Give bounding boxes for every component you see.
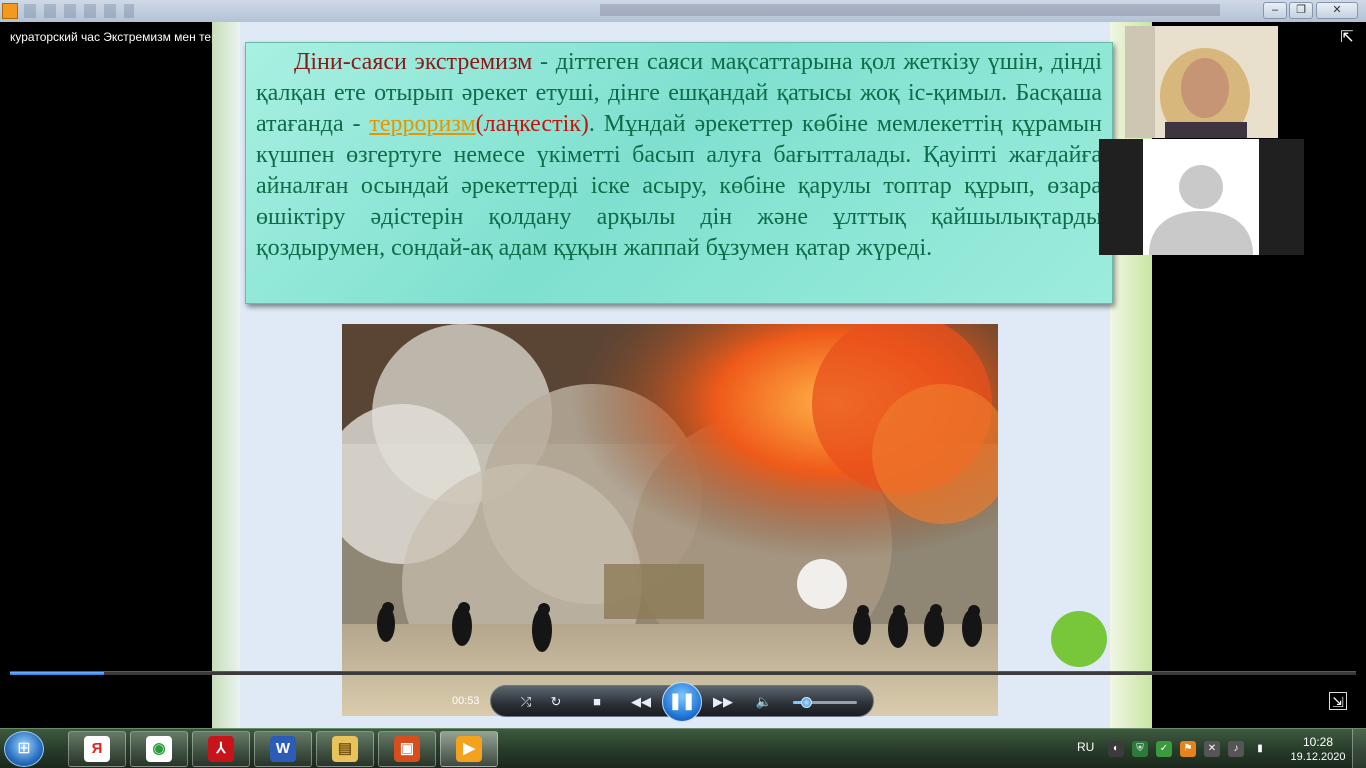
explosion-illustration [342, 324, 998, 716]
tray-app-icon[interactable]: ◐ [1108, 741, 1124, 757]
volume-slider-handle[interactable] [800, 697, 812, 708]
tray-speaker-icon[interactable]: ♪ [1228, 741, 1244, 757]
taskbar: ⊞ Я ◉ ⅄ W ▤ ▣ ▶ RU ◐ ⛨ ✓ ⚑ ✕ ♪ ▮ 10:28 19.12.2… [0, 728, 1366, 768]
quick-access-toolbar [24, 4, 134, 18]
acrobat-reader-icon: ⅄ [208, 736, 234, 763]
stop-button[interactable]: ■ [586, 691, 608, 713]
avatar [1143, 139, 1259, 255]
tray-shield-icon[interactable]: ⛨ [1132, 741, 1148, 757]
webcam-participant-video[interactable] [1125, 26, 1278, 138]
video-frame[interactable]: Діни-саяси экстремизм - діттеген саяси м… [212, 22, 1152, 728]
language-indicator[interactable]: RU [1077, 740, 1094, 754]
slide-left-band [212, 22, 240, 728]
desktop: – ❐ ✕ кураторский час Экстремизм мен тер… [0, 0, 1366, 768]
seek-bar[interactable] [10, 671, 1356, 675]
elapsed-time: 00:53 [452, 695, 480, 707]
user-silhouette-icon [1149, 165, 1253, 255]
participant-portrait [1125, 26, 1278, 138]
close-button[interactable]: ✕ [1316, 2, 1358, 19]
slide-text-box: Діни-саяси экстремизм - діттеген саяси м… [245, 42, 1113, 304]
minimize-button[interactable]: – [1263, 2, 1287, 19]
slide-paragraph: Діни-саяси экстремизм - діттеген саяси м… [256, 47, 1102, 264]
volume-slider[interactable] [793, 697, 857, 708]
window-titlebar: – ❐ ✕ [0, 0, 1366, 22]
yandex-browser-icon: Я [84, 736, 110, 763]
chrome-icon: ◉ [146, 736, 172, 763]
clock-date[interactable]: 19.12.2020 [1290, 751, 1346, 763]
term-terrorism-kazakh: (лаңкестік) [475, 111, 589, 137]
pause-button[interactable]: ❚❚ [662, 682, 702, 722]
shuffle-icon[interactable]: ⤮ [515, 691, 537, 713]
volume-icon[interactable]: 🔈 [753, 691, 775, 713]
player-controls: ⤮ ↻ ■ ◀◀ ❚❚ ▶▶ 🔈 [490, 682, 874, 722]
file-explorer-icon: ▤ [332, 736, 358, 763]
tray-check-icon[interactable]: ✓ [1156, 741, 1172, 757]
taskbar-app-yandex-browser[interactable]: Я [68, 731, 126, 767]
tray-network-error-icon[interactable]: ✕ [1204, 741, 1220, 757]
webcam-participant-placeholder[interactable] [1099, 139, 1304, 255]
tray-flag-icon[interactable]: ⚑ [1180, 741, 1196, 757]
seek-bar-fill [10, 672, 105, 675]
explosion-photo [342, 324, 998, 716]
app-icon [2, 3, 18, 19]
term-religious-political-extremism: Діни-саяси экстремизм [294, 49, 533, 75]
taskbar-app-media-player[interactable]: ▶ [440, 731, 498, 767]
repeat-icon[interactable]: ↻ [545, 691, 567, 713]
fullscreen-icon[interactable]: ⇱ [1336, 28, 1358, 48]
term-terrorism-link[interactable]: терроризм [369, 111, 475, 137]
windows-orb-icon[interactable]: ⊞ [4, 731, 44, 767]
next-button[interactable]: ▶▶ [709, 691, 737, 713]
powerpoint-viewer-icon: ▣ [394, 736, 420, 763]
clock-time[interactable]: 10:28 [1290, 735, 1346, 749]
exit-fullscreen-icon[interactable]: ⇲ [1329, 692, 1347, 710]
taskbar-app-word[interactable]: W [254, 731, 312, 767]
tray-signal-icon[interactable]: ▮ [1252, 741, 1268, 757]
show-desktop-button[interactable] [1352, 729, 1366, 768]
taskbar-app-chrome[interactable]: ◉ [130, 731, 188, 767]
taskbar-app-acrobat-reader[interactable]: ⅄ [192, 731, 250, 767]
media-player-icon: ▶ [456, 736, 482, 763]
green-circle-shape [1051, 611, 1107, 667]
taskbar-app-file-explorer[interactable]: ▤ [316, 731, 374, 767]
previous-button[interactable]: ◀◀ [627, 691, 655, 713]
word-icon: W [270, 736, 296, 763]
taskbar-app-powerpoint-viewer[interactable]: ▣ [378, 731, 436, 767]
maximize-button[interactable]: ❐ [1289, 2, 1313, 19]
background-window-title [600, 4, 1220, 16]
